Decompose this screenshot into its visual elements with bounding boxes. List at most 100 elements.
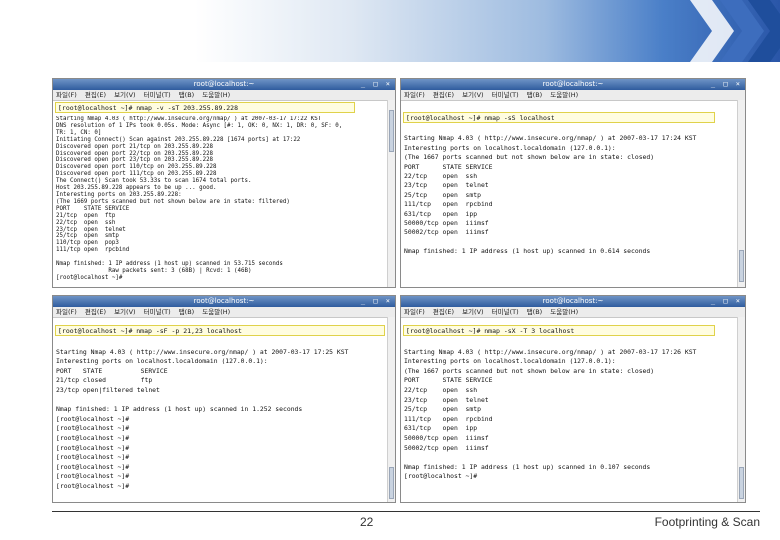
scrollbar[interactable] bbox=[737, 317, 745, 502]
window-controls[interactable]: _ □ × bbox=[361, 79, 392, 90]
window-titlebar[interactable]: root@localhost:~ _ □ × bbox=[53, 79, 395, 90]
window-title: root@localhost:~ bbox=[193, 80, 255, 88]
terminal-line: Discovered open port 22/tcp on 203.255.8… bbox=[56, 150, 214, 157]
menu-file[interactable]: 파일(F) bbox=[56, 308, 77, 316]
terminal-output: Starting Nmap 4.03 ( http://www.insecure… bbox=[56, 338, 386, 500]
terminal-window-tcp-connect[interactable]: root@localhost:~ _ □ × 파일(F) 편집(E) 보기(V)… bbox=[52, 78, 396, 288]
terminal-line: Starting Nmap 4.03 ( http://www.insecure… bbox=[404, 347, 697, 356]
terminal-line: 22/tcp open ssh bbox=[404, 385, 478, 394]
menu-help[interactable]: 도움말(H) bbox=[550, 91, 578, 99]
terminal-line: 21/tcp closed ftp bbox=[56, 376, 153, 385]
terminal-line: (The 1669 ports scanned but not shown be… bbox=[56, 198, 290, 205]
terminal-line: Discovered open port 110/tcp on 203.255.… bbox=[56, 164, 217, 171]
terminal-line: DNS resolution of 1 IPs took 0.05s. Mode… bbox=[56, 122, 343, 129]
menu-tabs[interactable]: 탭(B) bbox=[179, 91, 195, 99]
terminal-line: 25/tcp open smtp bbox=[56, 233, 119, 240]
command-highlight: [root@localhost ~]# nmap -sX -T 3 localh… bbox=[403, 325, 715, 336]
terminal-line: (The 1667 ports scanned but not shown be… bbox=[404, 366, 655, 375]
terminal-window-syn-scan[interactable]: root@localhost:~ _ □ × 파일(F) 편집(E) 보기(V)… bbox=[400, 78, 746, 288]
terminal-line: TR: 1, CN: 0] bbox=[56, 129, 102, 136]
window-titlebar[interactable]: root@localhost:~ _ □ × bbox=[401, 79, 745, 90]
menu-edit[interactable]: 편집(E) bbox=[85, 308, 106, 316]
terminal-line: Interesting ports on localhost.localdoma… bbox=[404, 357, 616, 366]
terminal-line: Raw packets sent: 3 (68B) | Rcvd: 1 (46B… bbox=[56, 267, 252, 274]
terminal-line: Interesting ports on localhost.localdoma… bbox=[56, 357, 268, 366]
terminal-line: 631/tcp open ipp bbox=[404, 209, 478, 218]
terminal-output: Starting Nmap 4.03 ( http://www.insecure… bbox=[404, 338, 734, 500]
command-highlight: [root@localhost ~]# nmap -sS localhost bbox=[403, 112, 715, 123]
terminal-line: Starting Nmap 4.03 ( http://www.insecure… bbox=[56, 347, 349, 356]
menu-terminal[interactable]: 터미널(T) bbox=[492, 308, 519, 316]
terminal-line: 111/tcp open rpcbind bbox=[56, 247, 130, 254]
terminal-line: Host 203.255.89.228 appears to be up ...… bbox=[56, 185, 217, 192]
menu-edit[interactable]: 편집(E) bbox=[433, 308, 454, 316]
terminal-line: Interesting ports on 203.255.89.228: bbox=[56, 191, 182, 198]
terminal-line: 23/tcp open telnet bbox=[404, 181, 489, 190]
menu-file[interactable]: 파일(F) bbox=[404, 91, 425, 99]
menu-terminal[interactable]: 터미널(T) bbox=[144, 308, 171, 316]
terminal-window-fin-scan[interactable]: root@localhost:~ _ □ × 파일(F) 편집(E) 보기(V)… bbox=[52, 295, 396, 503]
terminal-line: (The 1667 ports scanned but not shown be… bbox=[404, 153, 655, 162]
menu-view[interactable]: 보기(V) bbox=[114, 308, 135, 316]
terminal-line: 50000/tcp open iiimsf bbox=[404, 433, 489, 442]
menu-help[interactable]: 도움말(H) bbox=[202, 91, 230, 99]
menu-bar: 파일(F) 편집(E) 보기(V) 터미널(T) 탭(B) 도움말(H) bbox=[53, 307, 395, 318]
menu-bar: 파일(F) 편집(E) 보기(V) 터미널(T) 탭(B) 도움말(H) bbox=[53, 90, 395, 101]
menu-view[interactable]: 보기(V) bbox=[462, 91, 483, 99]
menu-edit[interactable]: 편집(E) bbox=[433, 91, 454, 99]
terminal-line: 50002/tcp open iiimsf bbox=[404, 443, 489, 452]
terminal-line: 23/tcp open|filtered telnet bbox=[56, 385, 160, 394]
menu-tabs[interactable]: 탭(B) bbox=[179, 308, 195, 316]
terminal-line: 23/tcp open telnet bbox=[404, 395, 489, 404]
command-highlight: [root@localhost ~]# nmap -v -sT 203.255.… bbox=[55, 102, 355, 113]
terminal-line: 25/tcp open smtp bbox=[404, 190, 481, 199]
window-title: root@localhost:~ bbox=[193, 297, 255, 305]
menu-help[interactable]: 도움말(H) bbox=[550, 308, 578, 316]
terminal-line: PORT STATE SERVICE bbox=[56, 205, 130, 212]
menu-view[interactable]: 보기(V) bbox=[114, 91, 135, 99]
window-title: root@localhost:~ bbox=[542, 80, 604, 88]
terminal-line: Discovered open port 111/tcp on 203.255.… bbox=[56, 171, 217, 178]
scrollbar[interactable] bbox=[387, 317, 395, 502]
window-controls[interactable]: _ □ × bbox=[711, 79, 742, 90]
menu-bar: 파일(F) 편집(E) 보기(V) 터미널(T) 탭(B) 도움말(H) bbox=[401, 90, 745, 101]
menu-tabs[interactable]: 탭(B) bbox=[527, 308, 543, 316]
window-controls[interactable]: _ □ × bbox=[711, 296, 742, 307]
window-titlebar[interactable]: root@localhost:~ _ □ × bbox=[53, 296, 395, 307]
terminal-line: Nmap finished: 1 IP address (1 host up) … bbox=[56, 405, 303, 414]
menu-file[interactable]: 파일(F) bbox=[404, 308, 425, 316]
terminal-line: [root@localhost ~]# bbox=[56, 462, 130, 471]
terminal-line: PORT STATE SERVICE bbox=[404, 376, 493, 385]
terminal-line: [root@localhost ~]# bbox=[56, 481, 130, 490]
menu-file[interactable]: 파일(F) bbox=[56, 91, 77, 99]
terminal-line: [root@localhost ~]# bbox=[404, 472, 478, 481]
menu-terminal[interactable]: 터미널(T) bbox=[144, 91, 171, 99]
terminal-line: 50000/tcp open iiimsf bbox=[404, 219, 489, 228]
terminal-line: Discovered open port 23/tcp on 203.255.8… bbox=[56, 157, 214, 164]
terminal-line: 50002/tcp open iiimsf bbox=[404, 228, 489, 237]
menu-view[interactable]: 보기(V) bbox=[462, 308, 483, 316]
terminal-line: [root@localhost ~]# bbox=[56, 472, 130, 481]
terminal-line: 631/tcp open ipp bbox=[404, 424, 478, 433]
terminal-line: 23/tcp open telnet bbox=[56, 226, 126, 233]
terminal-line: Nmap finished: 1 IP address (1 host up) … bbox=[404, 462, 651, 471]
window-title: root@localhost:~ bbox=[542, 297, 604, 305]
menu-edit[interactable]: 편집(E) bbox=[85, 91, 106, 99]
chevron-decoration bbox=[690, 0, 780, 62]
menu-tabs[interactable]: 탭(B) bbox=[527, 91, 543, 99]
window-controls[interactable]: _ □ × bbox=[361, 296, 392, 307]
terminal-window-xmas-scan[interactable]: root@localhost:~ _ □ × 파일(F) 편집(E) 보기(V)… bbox=[400, 295, 746, 503]
terminal-line: Nmap finished: 1 IP address (1 host up) … bbox=[404, 247, 651, 256]
scrollbar[interactable] bbox=[387, 100, 395, 287]
terminal-line: Starting Nmap 4.03 ( http://www.insecure… bbox=[56, 116, 322, 122]
terminal-line: [root@localhost ~]# bbox=[56, 453, 130, 462]
menu-help[interactable]: 도움말(H) bbox=[202, 308, 230, 316]
window-titlebar[interactable]: root@localhost:~ _ □ × bbox=[401, 296, 745, 307]
terminal-line: [root@localhost ~]# bbox=[56, 443, 130, 452]
scrollbar[interactable] bbox=[737, 100, 745, 287]
menu-terminal[interactable]: 터미널(T) bbox=[492, 91, 519, 99]
menu-bar: 파일(F) 편집(E) 보기(V) 터미널(T) 탭(B) 도움말(H) bbox=[401, 307, 745, 318]
